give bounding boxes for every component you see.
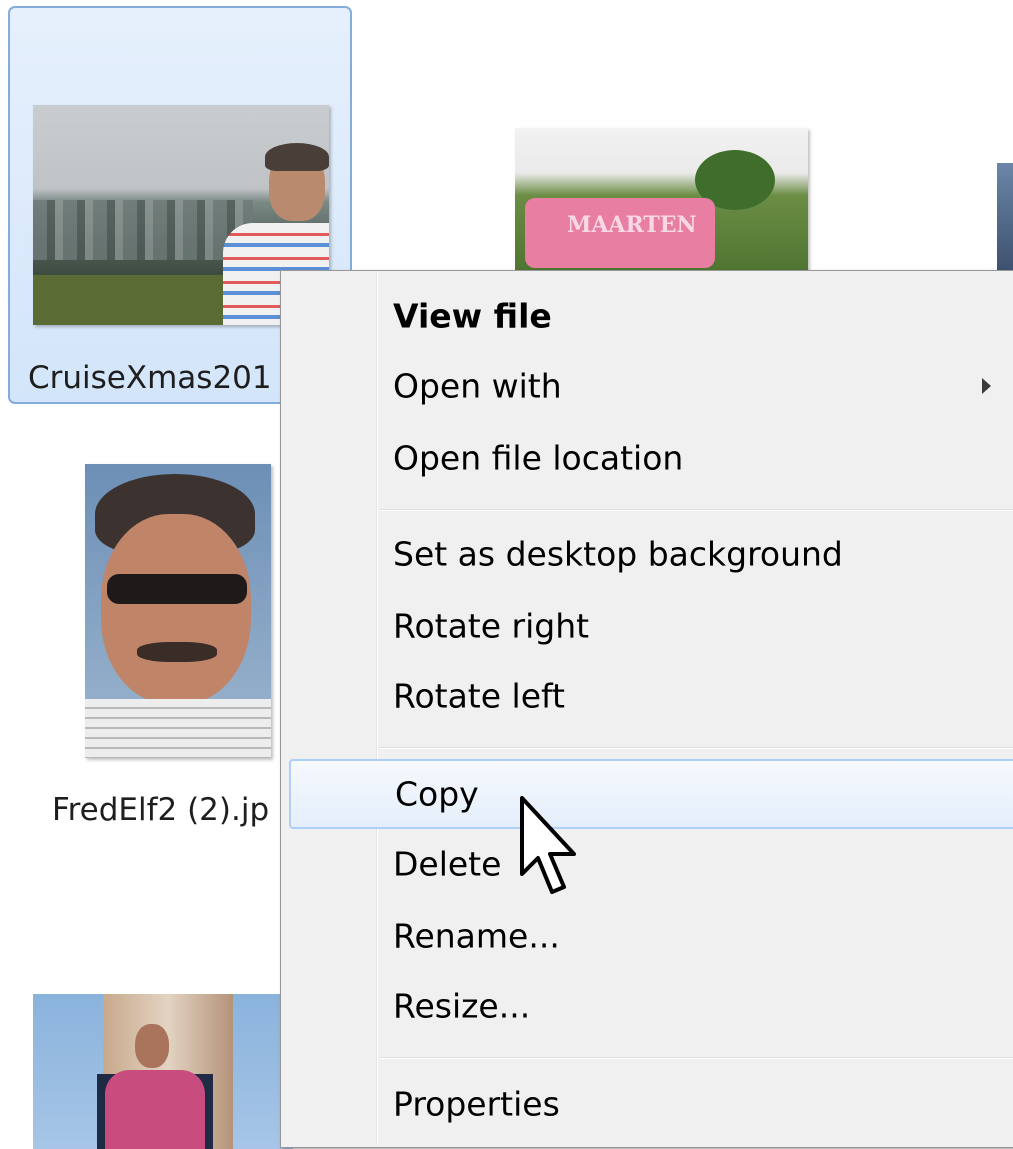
thumbnail-sign-text: MAARTEN (567, 212, 697, 238)
menu-item-set-desktop-background[interactable]: Set as desktop background (285, 523, 1013, 585)
menu-item-label: Set as desktop background (393, 534, 843, 574)
menu-item-rotate-left[interactable]: Rotate left (285, 665, 1013, 727)
file-name-label[interactable]: FredElf2 (2).jp (52, 792, 280, 828)
menu-item-label: Properties (393, 1084, 560, 1124)
explorer-file-view: CruiseXmas201 MAARTEN FredElf2 (2).jp Vi… (0, 0, 1013, 1149)
context-menu: View file Open with Open file location S… (280, 270, 1013, 1148)
menu-item-open-with[interactable]: Open with (285, 355, 1013, 417)
menu-item-label: Copy (395, 774, 479, 814)
menu-item-properties[interactable]: Properties (285, 1073, 1013, 1135)
file-name-label[interactable]: CruiseXmas201 (28, 360, 280, 396)
menu-item-rotate-right[interactable]: Rotate right (285, 595, 1013, 657)
file-thumbnail-maarten[interactable]: MAARTEN (515, 128, 808, 278)
menu-item-label: Open file location (393, 438, 684, 478)
file-thumbnail-street[interactable] (33, 994, 293, 1149)
menu-item-delete[interactable]: Delete (285, 833, 1013, 895)
menu-item-open-file-location[interactable]: Open file location (285, 427, 1013, 489)
menu-separator (379, 509, 1013, 511)
menu-separator (379, 747, 1013, 749)
menu-item-copy[interactable]: Copy (289, 759, 1013, 829)
menu-separator (379, 1057, 1013, 1059)
menu-item-resize[interactable]: Resize... (285, 975, 1013, 1037)
menu-item-label: View file (393, 296, 552, 336)
menu-item-label: Rename... (393, 916, 560, 956)
menu-item-label: Resize... (393, 986, 531, 1026)
menu-item-label: Rotate right (393, 606, 590, 646)
menu-item-label: Delete (393, 844, 502, 884)
file-thumbnail-partial[interactable] (997, 163, 1013, 278)
menu-item-rename[interactable]: Rename... (285, 905, 1013, 967)
submenu-arrow-icon (982, 378, 991, 394)
arrow-pointer-icon (520, 796, 576, 894)
menu-item-label: Rotate left (393, 676, 565, 716)
menu-item-view-file[interactable]: View file (285, 285, 1013, 347)
file-thumbnail-fredelf2[interactable] (85, 464, 271, 758)
menu-item-label: Open with (393, 366, 562, 406)
